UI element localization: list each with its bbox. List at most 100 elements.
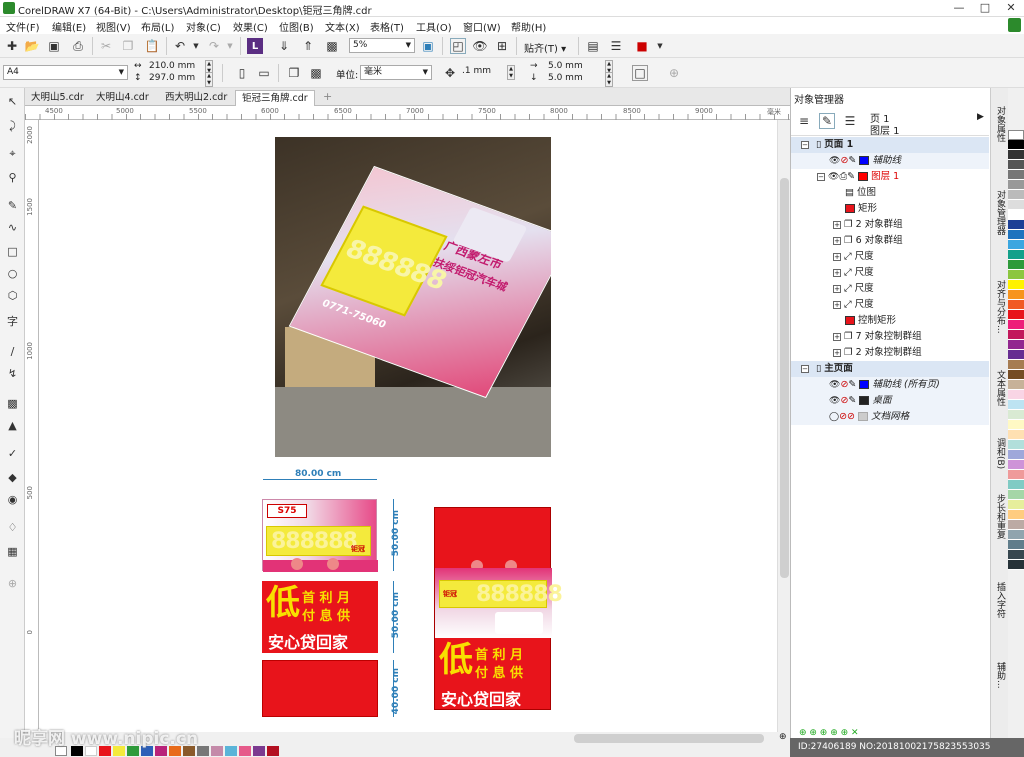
launcher-dropdown-icon[interactable]: ▼ [652,38,668,54]
landscape-icon[interactable]: ▭ [256,65,272,81]
zoom-tool-icon[interactable]: ⚲ [5,170,20,185]
tab-insert-character[interactable]: 插入字符 [993,582,1007,618]
corel-connect-icon[interactable]: L [247,38,263,54]
assembled-sign[interactable]: 钜冠 888888 低 首 利 月 付 息 供 安心贷回家 [434,507,563,710]
interactive-fill-icon[interactable]: ◆ [5,470,20,485]
color-swatch[interactable] [1008,180,1024,190]
freehand-tool-icon[interactable]: ✎ [5,198,20,213]
drop-shadow-icon[interactable]: ▩ [5,396,20,411]
color-swatch[interactable] [1008,510,1024,520]
show-object-props-icon[interactable]: ✎ [819,113,835,129]
om-dimension[interactable]: + ⤢ 尺度 [791,249,989,265]
menu-effects[interactable]: 效果(C) [233,19,268,34]
drawing-canvas[interactable]: 888888 广西蒙左市 扶绥钜冠汽车城 0771-75060 80.00 cm… [39,120,777,732]
om-layer-1[interactable]: − 👁⎙✎ 图层 1 [791,169,989,185]
color-swatch[interactable] [1008,450,1024,460]
treat-as-filled-icon[interactable]: □ [632,65,648,81]
crop-tool-icon[interactable]: ⌖ [5,146,20,161]
om-desktop[interactable]: 👁⊘✎ 桌面 [791,393,989,409]
color-swatch[interactable] [197,746,209,756]
color-swatch[interactable] [1008,220,1024,230]
maximize-icon[interactable]: □ [972,0,998,17]
ellipse-tool-icon[interactable]: ○ [5,266,20,281]
om-control-group-2[interactable]: + ❐ 2 对象控制群组 [791,345,989,361]
color-swatch[interactable] [1008,210,1024,220]
welcome-screen-icon[interactable]: ▤ [585,38,601,54]
panel-middle-design[interactable]: 低 首 利 月 付 息 供 安心贷回家 [262,581,378,653]
paste-icon[interactable]: 📋 [144,38,160,54]
add-icon[interactable]: ⊕ [666,65,682,81]
color-swatch[interactable] [1008,190,1024,200]
color-swatch[interactable] [1008,200,1024,210]
color-swatch[interactable] [1008,140,1024,150]
color-swatch[interactable] [267,746,279,756]
nudge-distance-input[interactable]: .1 mm [459,65,505,80]
om-master-guides[interactable]: 👁⊘✎ 辅助线 (所有页) [791,377,989,393]
color-swatch[interactable] [211,746,223,756]
tab-damingshan5[interactable]: 大明山5.cdr [25,90,90,106]
panel-bottom-design[interactable] [262,660,378,717]
om-master-page[interactable]: − ▯ 主页面 [791,361,989,377]
layer-manager-view-icon[interactable]: ☰ [842,113,858,129]
horizontal-scroll-thumb[interactable] [574,734,764,743]
snap-to-dropdown[interactable]: 贴齐(T) ▾ [524,40,566,55]
application-launcher-icon[interactable]: ■ [634,38,650,54]
color-swatch[interactable] [1008,320,1024,330]
menu-layout[interactable]: 布局(L) [141,19,174,34]
tab-blend[interactable]: 调和(B) [993,438,1007,469]
vertical-scrollbar[interactable] [777,120,790,732]
color-swatch[interactable] [1008,270,1024,280]
color-swatch[interactable] [1008,170,1024,180]
nudge-spinner[interactable]: ▲ ▼ [507,65,515,80]
publish-pdf-icon[interactable]: ▩ [324,38,340,54]
om-dimension[interactable]: + ⤢ 尺度 [791,297,989,313]
color-swatch[interactable] [1008,240,1024,250]
om-document-grid[interactable]: ◯⊘⊘ 文档网格 [791,409,989,425]
color-swatch[interactable] [1008,430,1024,440]
units-select[interactable]: 毫米 ▼ [360,65,432,80]
tab-xidamingshan2[interactable]: 西大明山2.cdr [159,90,233,106]
color-swatch[interactable] [1008,480,1024,490]
dimension-line-width[interactable] [263,479,377,480]
outline-pen-icon[interactable]: ♢ [5,520,20,535]
add-tab-icon[interactable]: + [323,90,332,103]
menu-table[interactable]: 表格(T) [370,19,404,34]
menu-help[interactable]: 帮助(H) [511,19,546,34]
export-icon[interactable]: ⇑ [300,38,316,54]
object-properties-icon[interactable]: ≡ [796,113,812,129]
options-icon[interactable]: ☰ [608,38,624,54]
color-swatch[interactable] [1008,150,1024,160]
om-dimension[interactable]: + ⤢ 尺度 [791,281,989,297]
om-bottom-buttons[interactable]: ⊕ ⊕ ⊕ ⊕ ⊕ ✕ [799,728,859,738]
show-rulers-icon[interactable]: 👁 [472,38,488,54]
tab-align-distribute[interactable]: 对齐与分布... [993,280,1007,334]
color-swatch[interactable] [1008,310,1024,320]
close-icon[interactable]: ✕ [998,0,1024,17]
portrait-icon[interactable]: ▯ [234,65,250,81]
mesh-fill-icon[interactable]: ▦ [5,544,20,559]
color-swatch[interactable] [1008,290,1024,300]
om-group-2[interactable]: + ❐ 2 对象群组 [791,217,989,233]
smart-fill-icon[interactable]: ◉ [5,492,20,507]
color-swatch[interactable] [1008,530,1024,540]
cut-icon[interactable]: ✂ [98,38,114,54]
tab-guides[interactable]: 辅助... [993,662,1007,689]
menu-window[interactable]: 窗口(W) [463,19,501,34]
om-dimension[interactable]: + ⤢ 尺度 [791,265,989,281]
dup-y-spinner[interactable]: ▲ ▼ [605,72,613,87]
shape-tool-icon[interactable]: ⤸ [5,118,20,133]
polygon-tool-icon[interactable]: ⬡ [5,288,20,303]
color-swatch[interactable] [225,746,237,756]
color-swatch[interactable] [1008,560,1024,570]
tab-object-properties[interactable]: 对象属性 [993,106,1007,142]
color-swatch[interactable] [1008,490,1024,500]
menu-text[interactable]: 文本(X) [325,19,360,34]
color-swatch[interactable] [1008,260,1024,270]
menu-view[interactable]: 视图(V) [96,19,131,34]
undo-dropdown-icon[interactable]: ▼ [188,38,204,54]
color-swatch[interactable] [1008,360,1024,370]
vertical-scroll-thumb[interactable] [780,178,789,578]
om-bitmap[interactable]: ▤ 位图 [791,185,989,201]
redo-icon[interactable]: ↷ [206,38,222,54]
menu-tools[interactable]: 工具(O) [416,19,452,34]
